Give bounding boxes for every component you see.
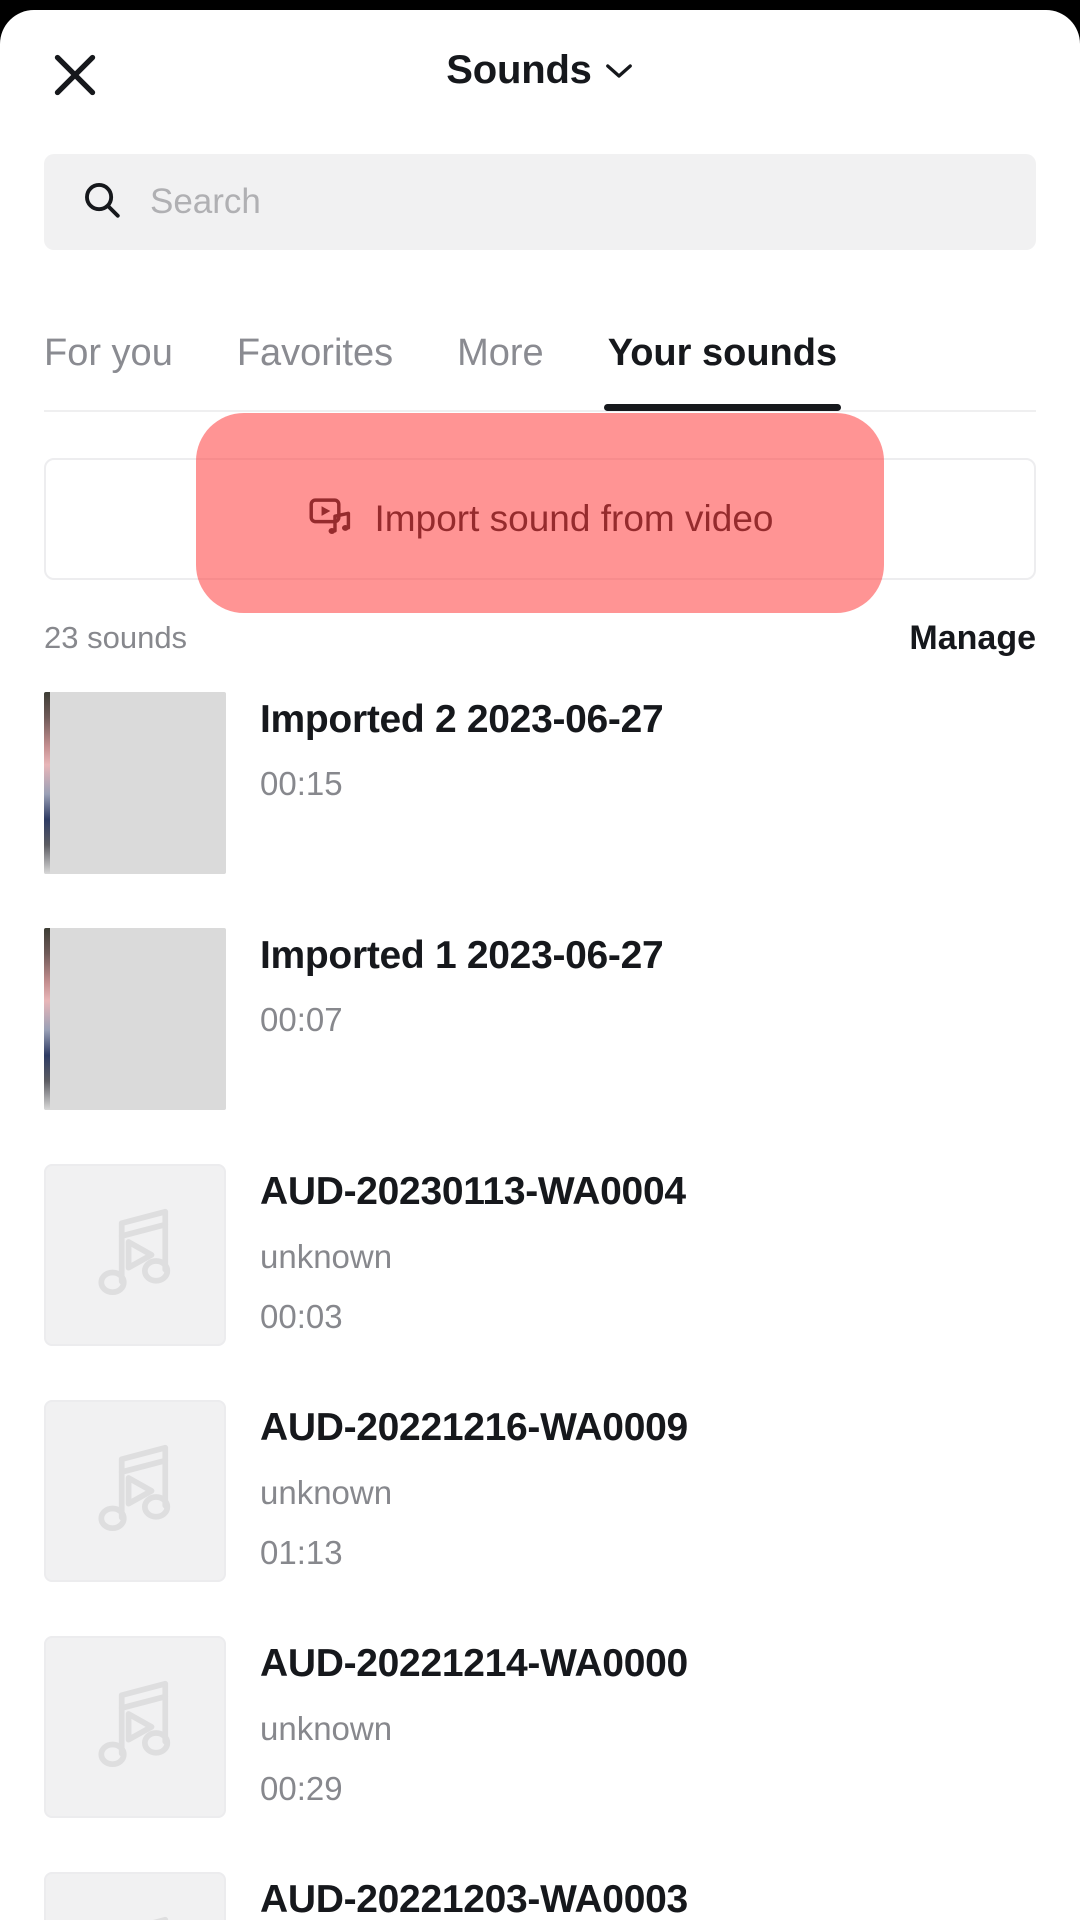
sound-info: AUD-20230113-WA0004 unknown 00:03 bbox=[260, 1154, 686, 1337]
sound-thumbnail bbox=[44, 1872, 226, 1920]
sound-info: Imported 2 2023-06-27 00:15 bbox=[260, 682, 664, 803]
sound-duration: 01:13 bbox=[260, 1534, 343, 1572]
sound-thumbnail bbox=[44, 1164, 226, 1346]
sound-title: AUD-20221214-WA0000 bbox=[260, 1642, 688, 1685]
import-sound-label: Import sound from video bbox=[374, 498, 774, 539]
sound-thumbnail bbox=[44, 692, 226, 874]
tab-your-sounds[interactable]: Your sounds bbox=[608, 332, 837, 379]
chevron-down-icon bbox=[604, 62, 634, 85]
sound-thumbnail bbox=[44, 928, 226, 1110]
sound-thumbnail bbox=[44, 1636, 226, 1818]
sound-duration: 00:15 bbox=[260, 764, 343, 802]
list-item[interactable]: AUD-20221216-WA0009 unknown 01:13 bbox=[0, 1390, 1080, 1626]
list-item[interactable]: Imported 1 2023-06-27 00:07 bbox=[0, 918, 1080, 1154]
music-note-icon bbox=[80, 1434, 190, 1549]
sound-info: AUD-20221216-WA0009 unknown 01:13 bbox=[260, 1390, 688, 1573]
sound-info: AUD-20221214-WA0000 unknown 00:29 bbox=[260, 1626, 688, 1809]
music-note-icon bbox=[80, 1198, 190, 1313]
search-input[interactable] bbox=[150, 182, 970, 222]
search-bar[interactable] bbox=[44, 154, 1036, 250]
sound-list[interactable]: Imported 2 2023-06-27 00:15 Imported 1 2… bbox=[0, 682, 1080, 1920]
sound-author: unknown bbox=[260, 1709, 393, 1747]
sheet-title-dropdown[interactable]: Sounds bbox=[0, 48, 1080, 93]
music-note-icon bbox=[80, 1670, 190, 1785]
sound-info: Imported 1 2023-06-27 00:07 bbox=[260, 918, 664, 1039]
sound-title: AUD-20221216-WA0009 bbox=[260, 1406, 688, 1449]
sound-count-label: 23 sounds bbox=[44, 620, 188, 655]
active-tab-underline bbox=[603, 404, 842, 411]
sheet-header: Sounds bbox=[0, 10, 1080, 128]
list-header: 23 sounds Manage bbox=[44, 610, 1036, 666]
sound-title: AUD-20221203-WA0003 bbox=[260, 1878, 688, 1920]
tab-divider bbox=[44, 410, 1036, 412]
list-item[interactable]: AUD-20221203-WA0003 unknown bbox=[0, 1862, 1080, 1920]
manage-button[interactable]: Manage bbox=[909, 619, 1036, 658]
sound-author: unknown bbox=[260, 1473, 393, 1511]
sound-title: Imported 1 2023-06-27 bbox=[260, 934, 664, 977]
sound-title: AUD-20230113-WA0004 bbox=[260, 1170, 686, 1213]
sounds-sheet: Sounds For you Favorites More Your sound… bbox=[0, 10, 1080, 1920]
tab-list: For you Favorites More Your sounds bbox=[0, 300, 1080, 410]
sound-title: Imported 2 2023-06-27 bbox=[260, 698, 664, 741]
tab-bar: For you Favorites More Your sounds bbox=[0, 300, 1080, 420]
sound-duration: 00:03 bbox=[260, 1298, 343, 1336]
sound-duration: 00:29 bbox=[260, 1770, 343, 1808]
sound-thumbnail bbox=[44, 1400, 226, 1582]
tab-for-you[interactable]: For you bbox=[44, 332, 173, 379]
list-item[interactable]: Imported 2 2023-06-27 00:15 bbox=[0, 682, 1080, 918]
list-item[interactable]: AUD-20230113-WA0004 unknown 00:03 bbox=[0, 1154, 1080, 1390]
tab-more[interactable]: More bbox=[457, 332, 544, 379]
import-video-sound-icon bbox=[307, 494, 353, 545]
sound-author: unknown bbox=[260, 1237, 393, 1275]
import-sound-from-video-button[interactable]: Import sound from video bbox=[44, 458, 1036, 580]
search-icon bbox=[80, 178, 124, 227]
tab-favorites[interactable]: Favorites bbox=[237, 332, 393, 379]
music-note-icon bbox=[80, 1906, 190, 1920]
sound-duration: 00:07 bbox=[260, 1000, 343, 1038]
list-item[interactable]: AUD-20221214-WA0000 unknown 00:29 bbox=[0, 1626, 1080, 1862]
page-title: Sounds bbox=[446, 48, 592, 92]
sound-info: AUD-20221203-WA0003 unknown bbox=[260, 1862, 688, 1920]
